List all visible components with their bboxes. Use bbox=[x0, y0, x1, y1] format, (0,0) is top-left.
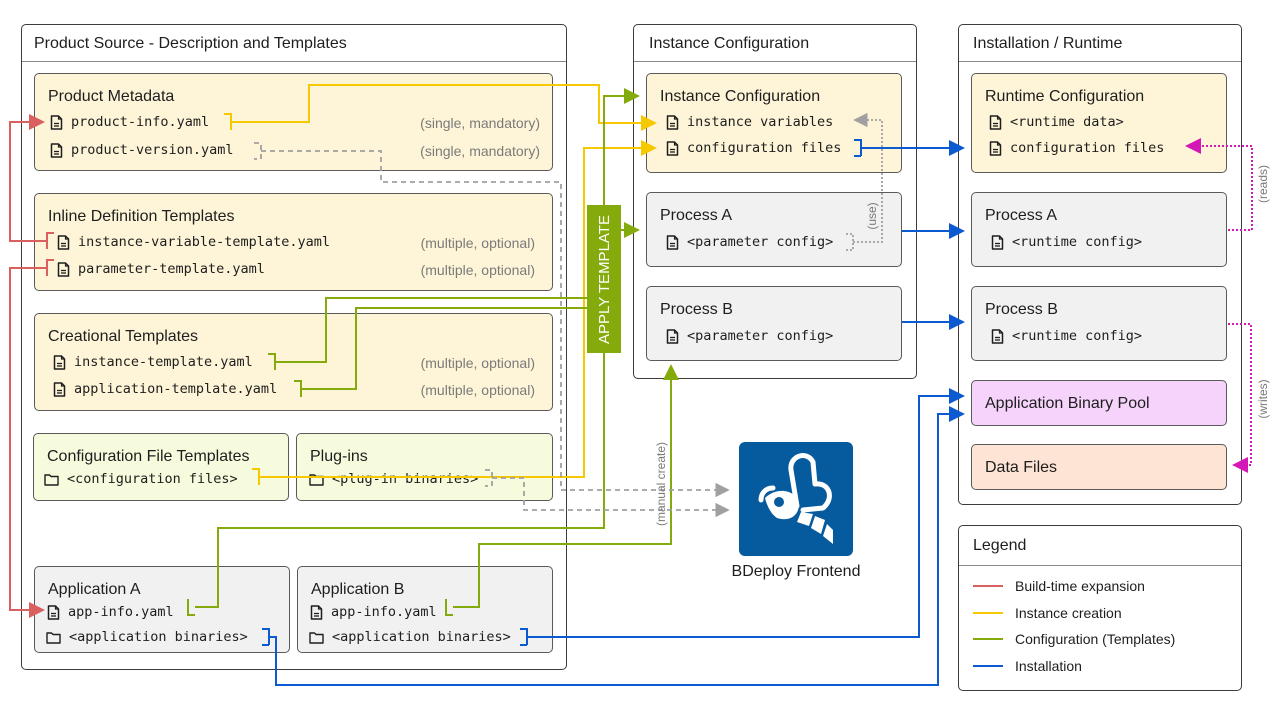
red-wire-parameter-template bbox=[9, 259, 54, 610]
green-wire-application-template bbox=[294, 307, 587, 397]
manual-create-label: (manual create) bbox=[654, 441, 668, 527]
configuration-wires bbox=[187, 88, 679, 616]
bdeploy-frontend-label: BDeploy Frontend bbox=[731, 563, 861, 580]
reads-label: (reads) bbox=[1256, 165, 1270, 204]
apply-template-label: APPLY TEMPLATE bbox=[595, 214, 613, 344]
magenta-wire-writes bbox=[1228, 323, 1252, 473]
green-wire-instance-config bbox=[603, 88, 640, 205]
reads-writes-wires bbox=[1185, 138, 1253, 473]
connection-wires bbox=[9, 84, 1253, 686]
red-wire-instance-variable-template bbox=[9, 122, 54, 249]
green-wire-app-info-b bbox=[445, 372, 672, 616]
bdeploy-frontend-logo[interactable] bbox=[739, 442, 853, 556]
yellow-wire-product-info bbox=[224, 84, 655, 130]
bee-logo-icon bbox=[758, 453, 833, 544]
use-label: (use) bbox=[865, 202, 879, 230]
writes-label: (writes) bbox=[1256, 379, 1270, 419]
build-time-wires bbox=[9, 122, 54, 610]
magenta-wire-reads bbox=[1185, 138, 1253, 231]
blue-wire-app-binaries-a bbox=[262, 414, 963, 686]
apply-template-bar: APPLY TEMPLATE bbox=[587, 205, 621, 353]
blue-wire-configuration-files bbox=[854, 140, 963, 156]
green-wire-app-info-a bbox=[187, 353, 605, 616]
